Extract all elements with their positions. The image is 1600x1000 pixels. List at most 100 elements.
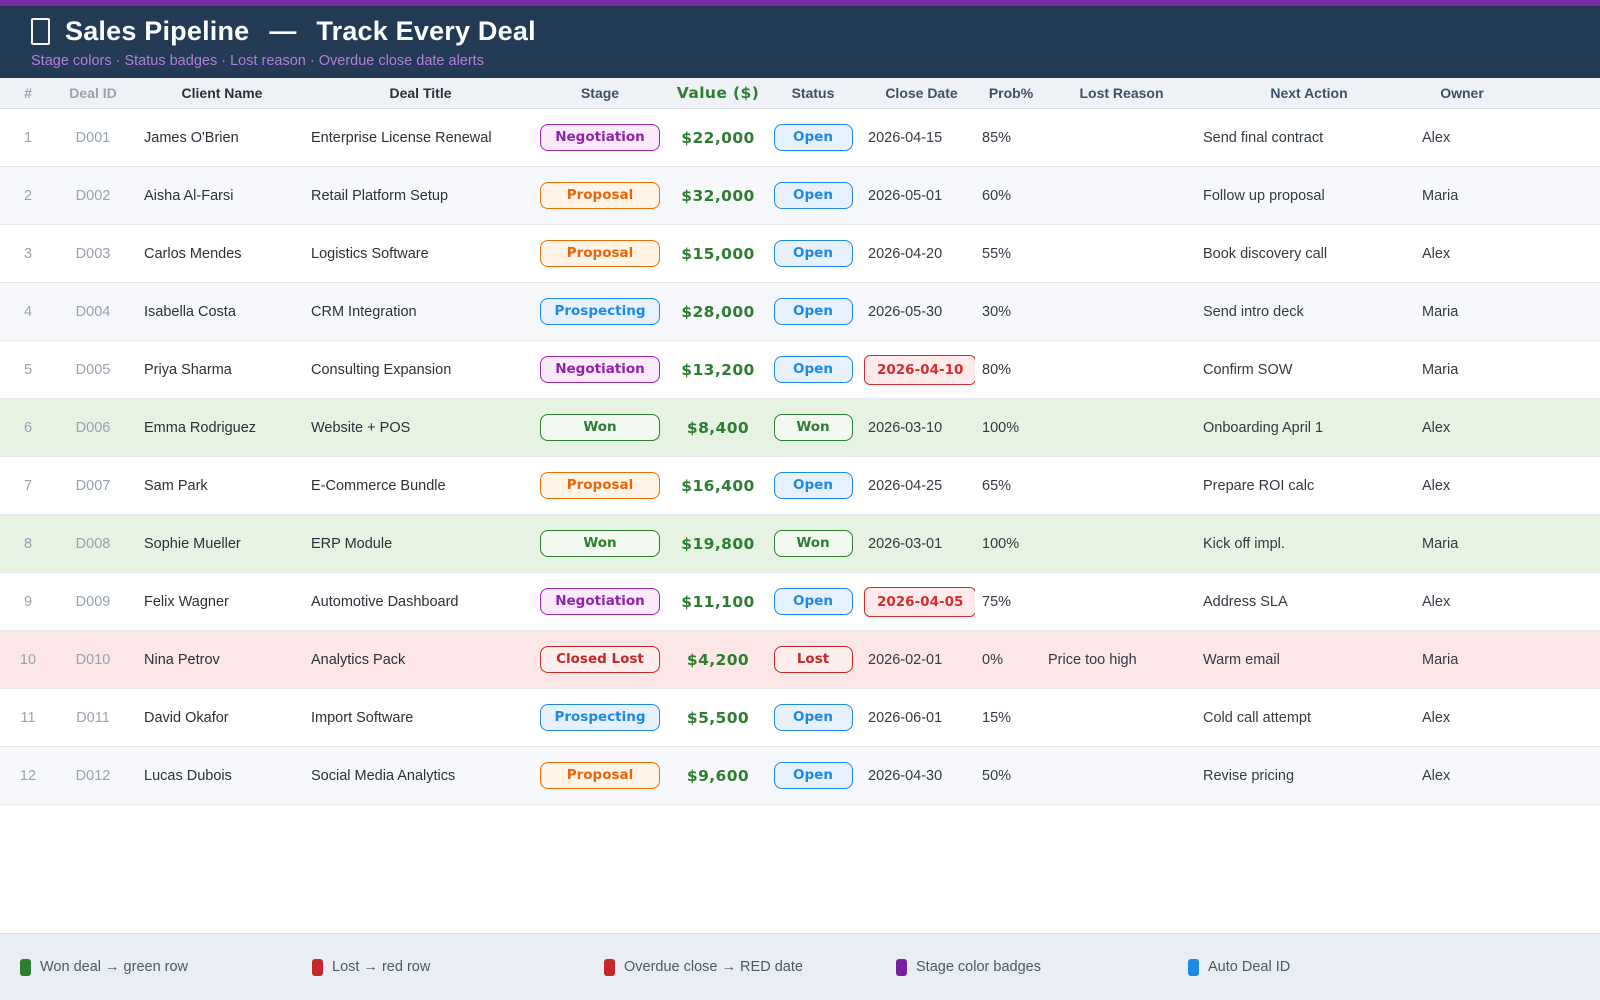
row-number: 12 [0,768,56,784]
row-number: 4 [0,304,56,320]
table-row[interactable]: 3D003Carlos MendesLogistics SoftwareProp… [0,225,1600,283]
status-badge: Open [774,124,853,151]
deal-value: $16,400 [670,477,766,495]
owner: Alex [1415,420,1502,436]
stage-cell: Prospecting [530,298,670,325]
status-badge: Won [774,414,853,441]
deal-id: D010 [56,652,130,668]
legend-item: Stage color badges [896,959,1188,976]
status-cell: Won [766,414,860,441]
row-number: 1 [0,130,56,146]
client-name: Lucas Dubois [130,768,300,784]
table-row[interactable]: 5D005Priya SharmaConsulting ExpansionNeg… [0,341,1600,399]
deal-value: $8,400 [670,419,766,437]
deal-title: Automotive Dashboard [300,594,530,610]
status-badge: Open [774,588,853,615]
table-row[interactable]: 11D011David OkaforImport SoftwareProspec… [0,689,1600,747]
table-row[interactable]: 12D012Lucas DuboisSocial Media Analytics… [0,747,1600,805]
owner: Alex [1415,478,1502,494]
next-action: Address SLA [1195,594,1415,610]
owner: Alex [1415,710,1502,726]
table-row[interactable]: 9D009Felix WagnerAutomotive DashboardNeg… [0,573,1600,631]
row-number: 5 [0,362,56,378]
table-row[interactable]: 4D004Isabella CostaCRM IntegrationProspe… [0,283,1600,341]
deal-id: D008 [56,536,130,552]
status-badge: Lost [774,646,853,673]
column-header-deal-title: Deal Title [300,85,530,101]
deal-value: $5,500 [670,709,766,727]
deal-title: Website + POS [300,420,530,436]
row-number: 6 [0,420,56,436]
column-header-deal-id: Deal ID [56,85,130,101]
status-badge: Open [774,472,853,499]
status-cell: Open [766,182,860,209]
next-action: Send final contract [1195,130,1415,146]
owner: Maria [1415,362,1502,378]
next-action: Follow up proposal [1195,188,1415,204]
column-header-status: Status [766,85,860,101]
close-date-cell: 2026-03-01 [860,536,975,552]
table-row[interactable]: 8D008Sophie MuellerERP ModuleWon$19,800W… [0,515,1600,573]
owner: Alex [1415,130,1502,146]
table-row[interactable]: 6D006Emma RodriguezWebsite + POSWon$8,40… [0,399,1600,457]
legend-item: Won deal → green row [20,959,312,976]
stage-cell: Negotiation [530,588,670,615]
deal-value: $32,000 [670,187,766,205]
probability: 55% [975,246,1040,262]
empty-area [0,805,1600,933]
stage-cell: Proposal [530,182,670,209]
close-date-cell: 2026-04-05 [860,587,975,617]
deal-id: D011 [56,710,130,726]
status-cell: Open [766,240,860,267]
legend-label: Won deal → green row [40,959,188,975]
client-name: Isabella Costa [130,304,300,320]
table-row[interactable]: 7D007Sam ParkE-Commerce BundleProposal$1… [0,457,1600,515]
row-number: 3 [0,246,56,262]
table-row[interactable]: 2D002Aisha Al-FarsiRetail Platform Setup… [0,167,1600,225]
status-cell: Open [766,356,860,383]
close-date-cell: 2026-03-10 [860,420,975,436]
stage-badge: Negotiation [540,588,660,615]
status-cell: Open [766,588,860,615]
deal-title: Import Software [300,710,530,726]
row-number: 7 [0,478,56,494]
deal-id: D009 [56,594,130,610]
column-header-prob-: Prob% [975,85,1040,101]
owner: Maria [1415,304,1502,320]
next-action: Prepare ROI calc [1195,478,1415,494]
status-badge: Open [774,762,853,789]
status-badge: Open [774,240,853,267]
stage-cell: Won [530,530,670,557]
status-cell: Open [766,704,860,731]
status-badge: Open [774,356,853,383]
probability: 80% [975,362,1040,378]
client-name: James O'Brien [130,130,300,146]
client-name: David Okafor [130,710,300,726]
folder-emoji-icon [31,18,50,45]
table-row[interactable]: 10D010Nina PetrovAnalytics PackClosed Lo… [0,631,1600,689]
stage-badge: Won [540,530,660,557]
deal-id: D001 [56,130,130,146]
next-action: Revise pricing [1195,768,1415,784]
deal-title: Retail Platform Setup [300,188,530,204]
deals-table-body: 1D001James O'BrienEnterprise License Ren… [0,109,1600,805]
probability: 15% [975,710,1040,726]
column-header-lost-reason: Lost Reason [1040,85,1195,101]
deal-title: Analytics Pack [300,652,530,668]
owner: Alex [1415,246,1502,262]
table-row[interactable]: 1D001James O'BrienEnterprise License Ren… [0,109,1600,167]
close-date-cell: 2026-06-01 [860,710,975,726]
legend-label: Lost → red row [332,959,430,975]
table-header-row: #Deal IDClient NameDeal TitleStageValue … [0,78,1600,109]
status-cell: Lost [766,646,860,673]
app-header: Sales Pipeline — Track Every Deal Stage … [0,6,1600,78]
probability: 50% [975,768,1040,784]
stage-badge: Prospecting [540,704,660,731]
stage-cell: Negotiation [530,356,670,383]
deal-value: $15,000 [670,245,766,263]
client-name: Sam Park [130,478,300,494]
close-date-cell: 2026-02-01 [860,652,975,668]
legend-color-swatch [20,959,31,976]
legend-label: Overdue close → RED date [624,959,803,975]
next-action: Warm email [1195,652,1415,668]
